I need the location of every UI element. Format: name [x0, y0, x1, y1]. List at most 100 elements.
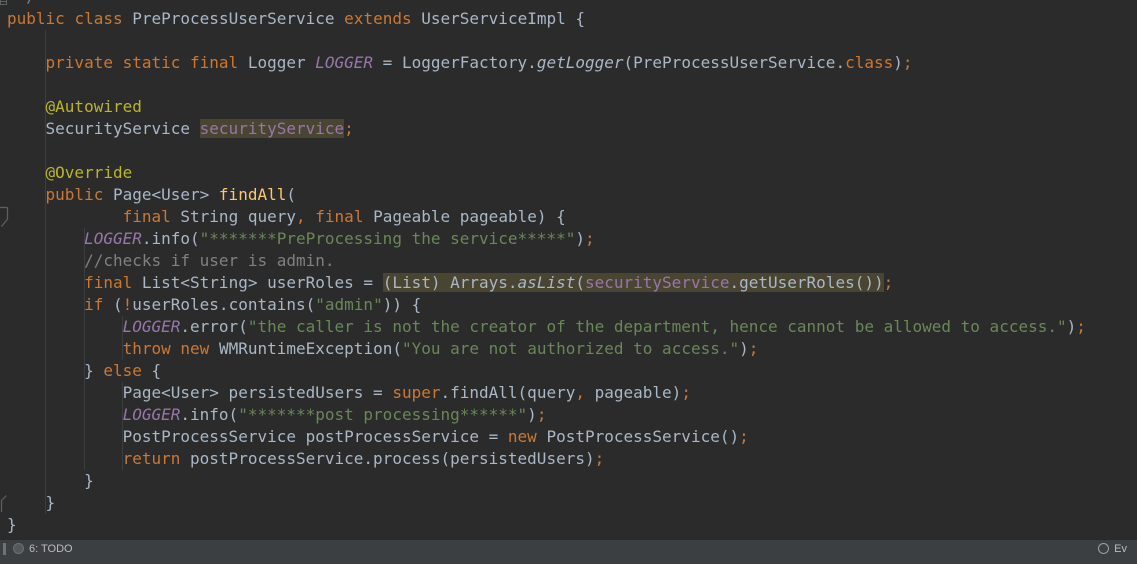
code-line[interactable]: */ — [0, 0, 1137, 8]
code-line[interactable] — [0, 140, 1137, 162]
code-line[interactable]: throw new WMRuntimeException("You are no… — [0, 338, 1137, 360]
code-token: postProcessService.process(persistedUser… — [180, 449, 594, 468]
code-line[interactable]: @Autowired — [0, 96, 1137, 118]
code-token: ) — [739, 339, 749, 358]
code-line[interactable]: SecurityService securityService; — [0, 118, 1137, 140]
code-token: else — [103, 361, 142, 380]
code-line[interactable]: //checks if user is admin. — [0, 250, 1137, 272]
code-token: "*******post processing******" — [238, 405, 527, 424]
tool-window-stub-icon[interactable] — [3, 543, 6, 555]
code-line[interactable]: public class PreProcessUserService exten… — [0, 8, 1137, 30]
code-token: */ — [7, 0, 36, 6]
code-token: userRoles.contains( — [132, 295, 315, 314]
code-token: ; — [595, 449, 605, 468]
code-token — [7, 207, 123, 226]
code-token: class — [845, 53, 893, 72]
code-token: ; — [1076, 317, 1086, 336]
code-token: final — [123, 207, 171, 226]
code-line[interactable]: LOGGER.error("the caller is not the crea… — [0, 316, 1137, 338]
code-line[interactable]: } — [0, 514, 1137, 536]
code-token — [7, 53, 46, 72]
code-line[interactable] — [0, 30, 1137, 52]
code-token: Pageable pageable) { — [363, 207, 565, 226]
code-token: return — [123, 449, 181, 468]
status-bar: 6: TODO Ev — [0, 539, 1137, 564]
code-line[interactable]: public Page<User> findAll( — [0, 184, 1137, 206]
code-token: public — [46, 185, 104, 204]
code-token: ; — [681, 383, 691, 402]
code-line[interactable]: @Override — [0, 162, 1137, 184]
code-token: String query — [171, 207, 296, 226]
code-token — [7, 295, 84, 314]
code-token: Page<User> — [103, 185, 219, 204]
code-token — [171, 339, 181, 358]
code-line[interactable]: LOGGER.info("*******post processing*****… — [0, 404, 1137, 426]
code-line[interactable]: } — [0, 470, 1137, 492]
code-token: ; — [739, 427, 749, 446]
code-token: .findAll(query — [440, 383, 575, 402]
code-token: } — [7, 471, 94, 490]
code-token — [7, 163, 46, 182]
code-token: UserServiceImpl { — [412, 9, 585, 28]
code-token: ) — [893, 53, 903, 72]
code-line[interactable]: } — [0, 492, 1137, 514]
code-area[interactable]: */ public class PreProcessUserService ext… — [0, 0, 1137, 536]
code-token: .info( — [142, 229, 200, 248]
code-line[interactable] — [0, 74, 1137, 96]
code-line[interactable]: LOGGER.info("*******PreProcessing the se… — [0, 228, 1137, 250]
code-line[interactable]: } else { — [0, 360, 1137, 382]
code-token: , — [296, 207, 306, 226]
code-token: ) — [1067, 317, 1077, 336]
code-token: securityService — [585, 273, 730, 292]
code-token: Page<User> persistedUsers = — [7, 383, 392, 402]
code-token: class — [74, 9, 122, 28]
code-token — [7, 339, 123, 358]
code-token: ; — [884, 273, 894, 292]
code-token — [7, 405, 123, 424]
code-line[interactable]: PostProcessService postProcessService = … — [0, 426, 1137, 448]
code-line[interactable]: final List<String> userRoles = (List) Ar… — [0, 272, 1137, 294]
code-token: //checks if user is admin. — [84, 251, 334, 270]
code-token: (PreProcessUserService. — [624, 53, 846, 72]
code-token: new — [180, 339, 209, 358]
code-token: asList — [518, 273, 576, 292]
code-token: new — [508, 427, 537, 446]
code-token: "*******PreProcessing the service*****" — [200, 229, 576, 248]
code-editor[interactable]: */ public class PreProcessUserService ext… — [0, 0, 1137, 539]
code-token: final — [315, 207, 363, 226]
code-token — [7, 229, 84, 248]
code-token: ; — [537, 405, 547, 424]
code-token: "the caller is not the creator of the de… — [248, 317, 1067, 336]
code-line[interactable]: Page<User> persistedUsers = super.findAl… — [0, 382, 1137, 404]
code-token: @Autowired — [46, 97, 142, 116]
code-token — [306, 207, 316, 226]
code-token: , — [575, 383, 585, 402]
code-token: .error( — [180, 317, 247, 336]
code-token — [7, 273, 84, 292]
code-token: ; — [344, 119, 354, 138]
code-token: ( — [103, 295, 122, 314]
code-token: PreProcessUserService — [123, 9, 345, 28]
todo-toolwindow-button[interactable]: 6: TODO — [13, 542, 73, 556]
code-line[interactable]: if (!userRoles.contains("admin")) { — [0, 294, 1137, 316]
code-token: ) — [527, 405, 537, 424]
code-token: LOGGER — [123, 317, 181, 336]
code-token: ; — [903, 53, 913, 72]
code-token: WMRuntimeException( — [209, 339, 402, 358]
code-token: @Override — [46, 163, 133, 182]
code-token: throw — [123, 339, 171, 358]
code-token: PostProcessService() — [537, 427, 739, 446]
code-token: } — [7, 361, 103, 380]
code-token: ; — [749, 339, 759, 358]
code-line[interactable]: private static final Logger LOGGER = Log… — [0, 52, 1137, 74]
code-token: public — [7, 9, 65, 28]
code-line[interactable]: final String query, final Pageable pagea… — [0, 206, 1137, 228]
event-log-button[interactable]: Ev — [1098, 542, 1127, 556]
code-token: LOGGER — [84, 229, 142, 248]
code-token — [7, 185, 46, 204]
code-token: { — [142, 361, 161, 380]
code-token: pageable) — [585, 383, 681, 402]
code-token: ( — [575, 273, 585, 292]
code-token: getLogger — [537, 53, 624, 72]
code-line[interactable]: return postProcessService.process(persis… — [0, 448, 1137, 470]
